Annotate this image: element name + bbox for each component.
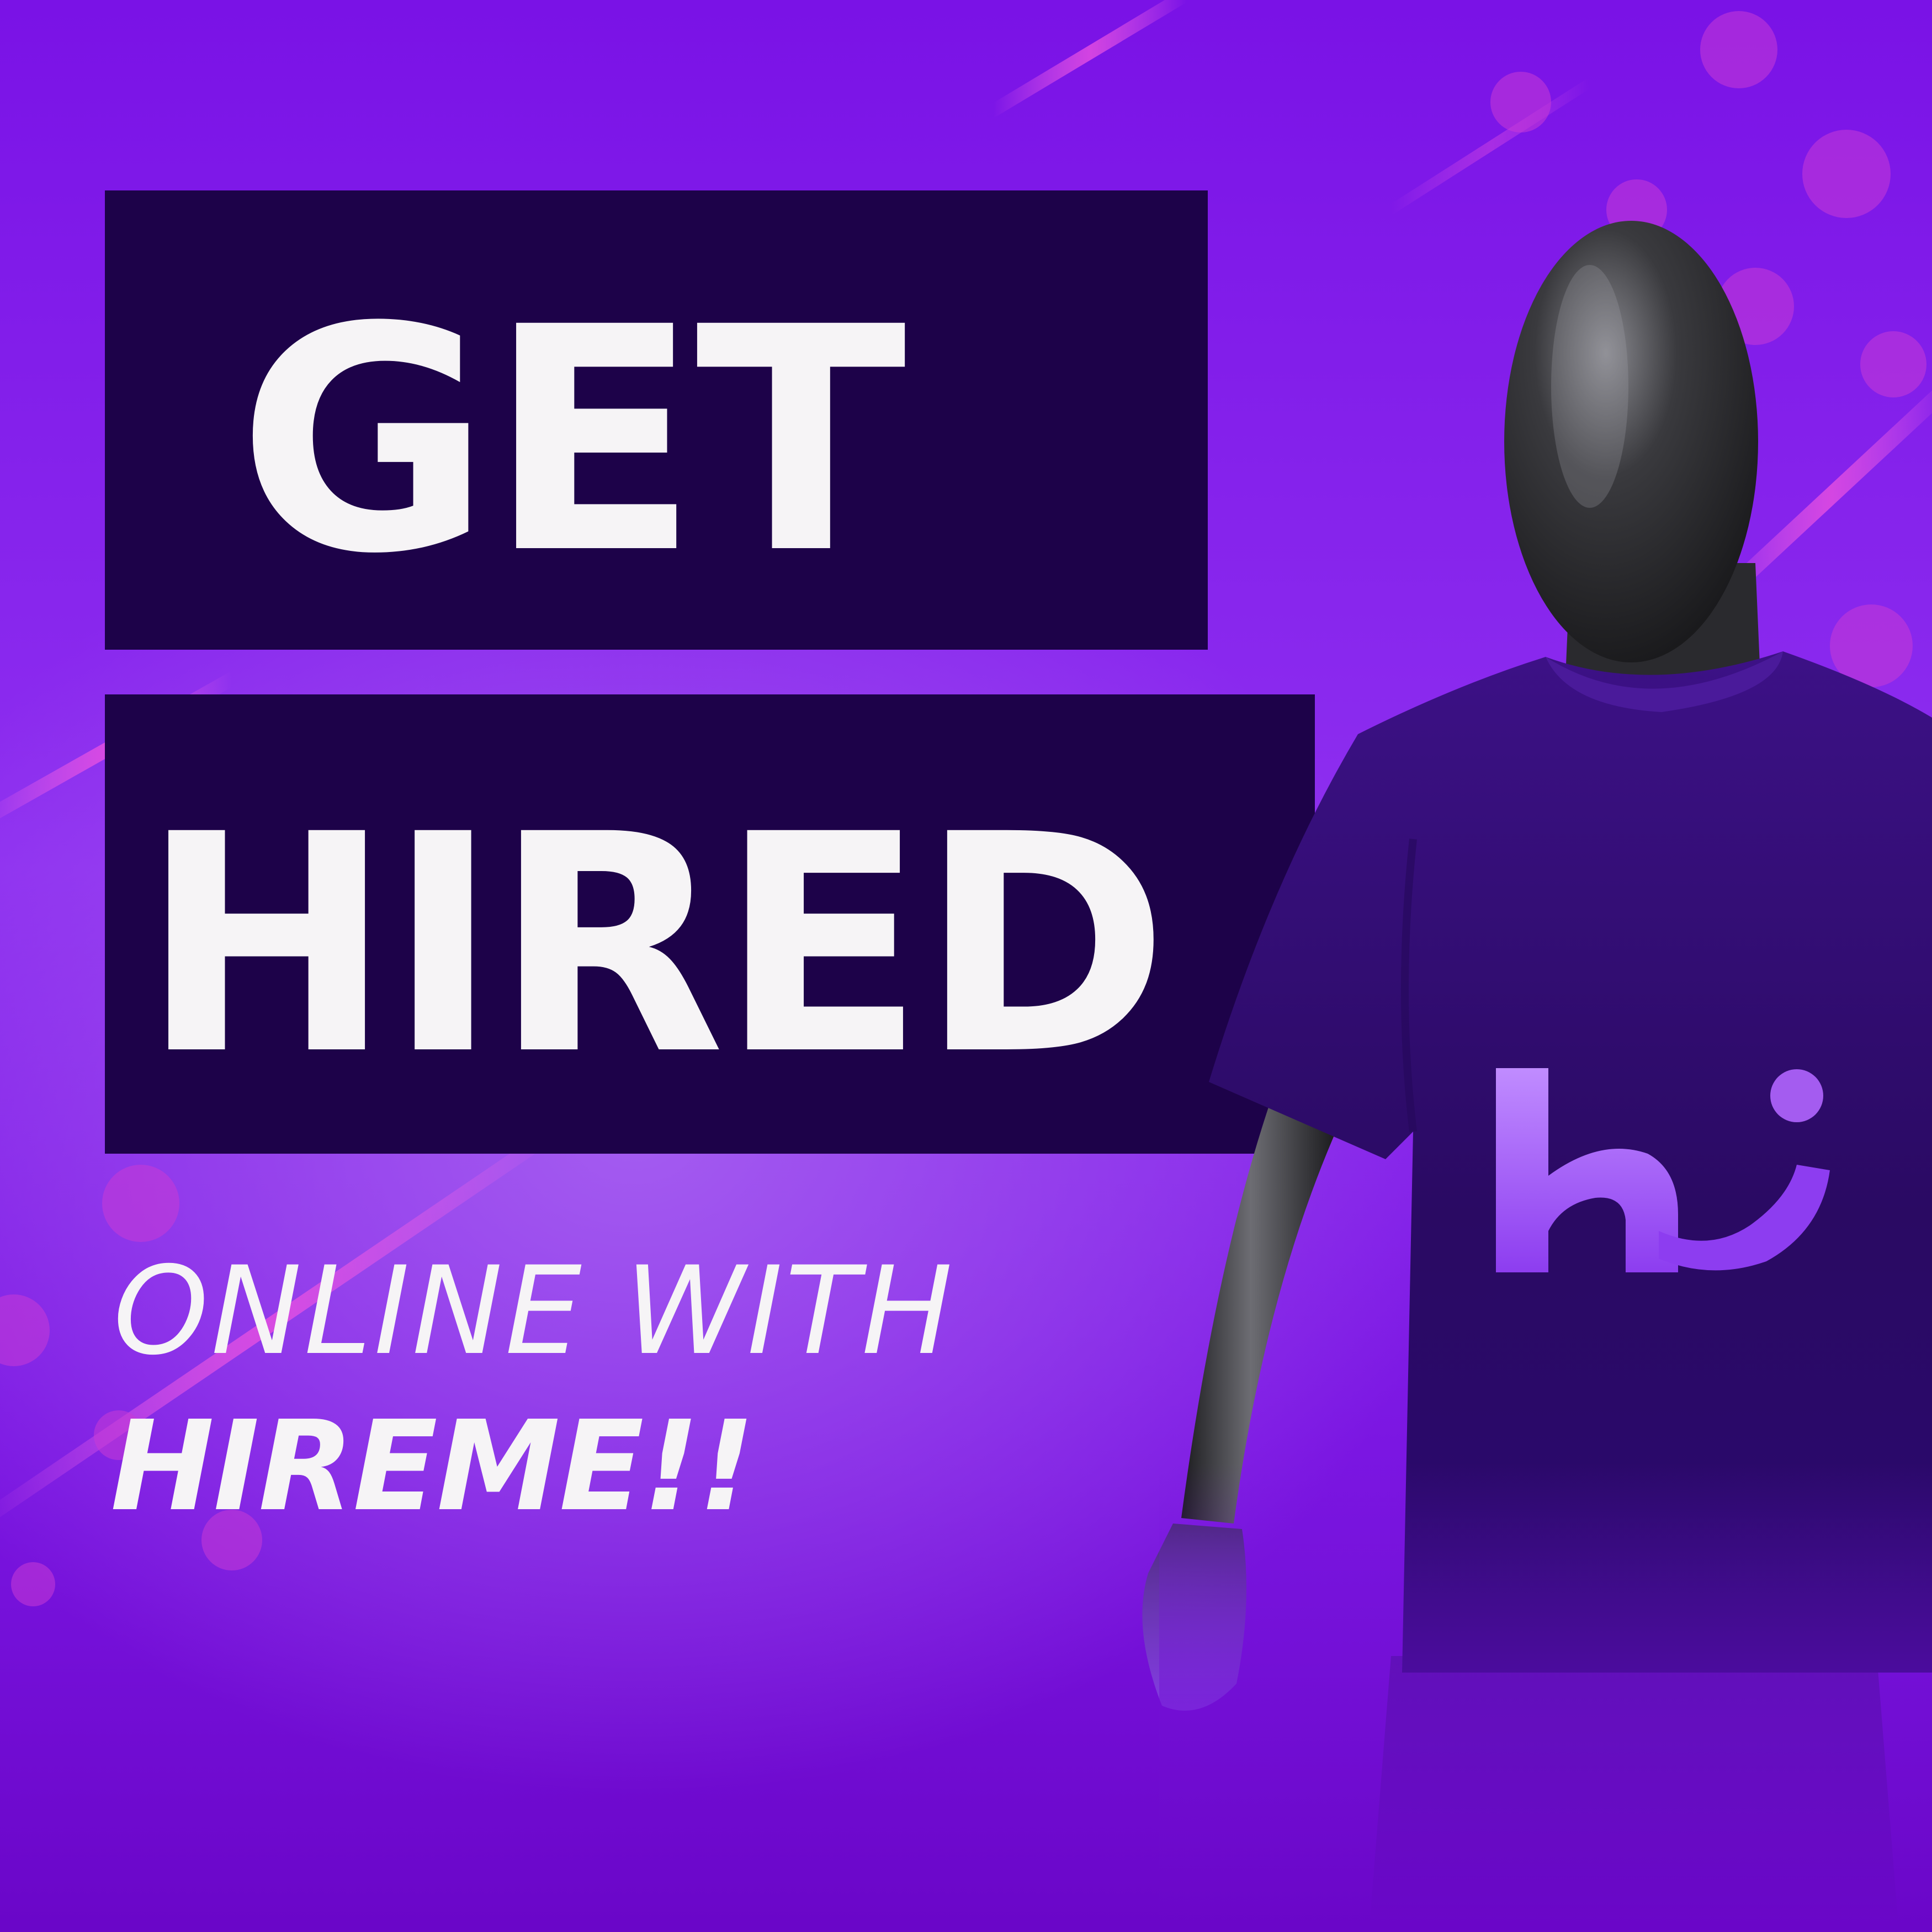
poster: GET HIRED ONLINE WITH HIREME!! [0, 0, 1932, 1932]
mannequin-with-tshirt-icon [1142, 221, 1932, 1932]
